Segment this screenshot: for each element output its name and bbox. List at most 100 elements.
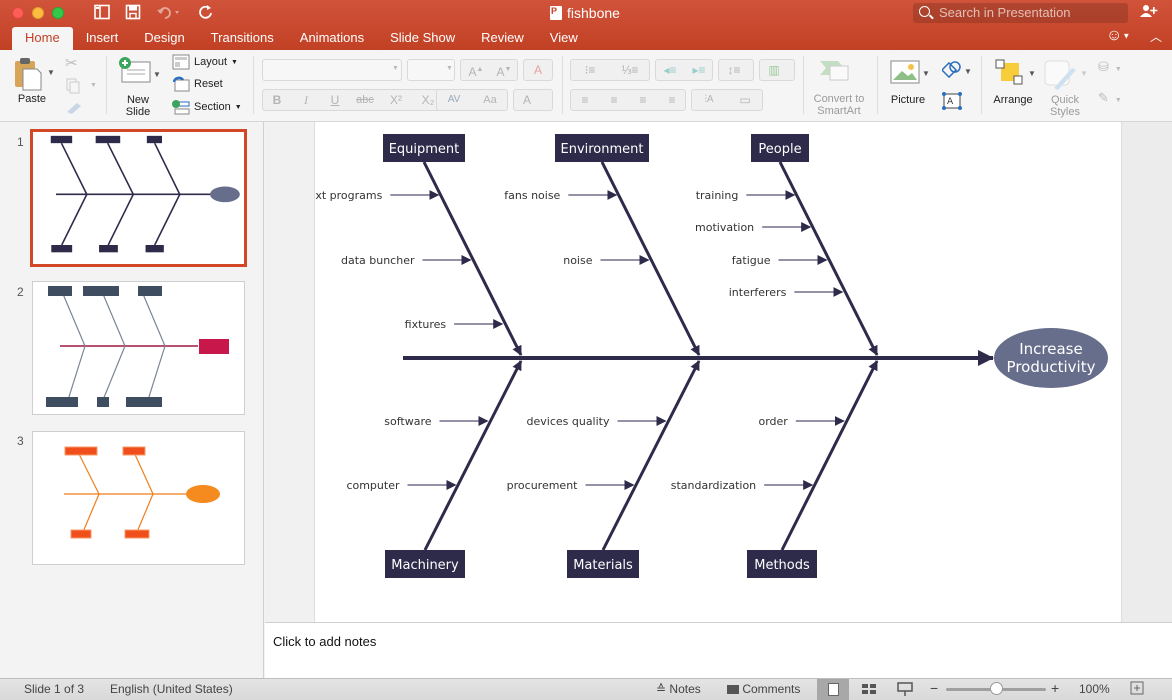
language-indicator[interactable]: English (United States) [110, 682, 233, 696]
quick-styles-icon[interactable] [1044, 60, 1084, 95]
tab-insert[interactable]: Insert [73, 27, 132, 50]
text-box-icon[interactable]: A [942, 92, 962, 115]
slideshow-view-button[interactable] [889, 679, 921, 700]
zoom-slider-handle[interactable] [990, 682, 1003, 695]
arrange-dropdown-icon[interactable]: ▼ [1028, 69, 1036, 78]
copy-dropdown-icon[interactable]: ▼ [90, 82, 97, 89]
increase-indent-icon[interactable]: ▸≡ [685, 60, 713, 80]
maximize-window-button[interactable] [52, 7, 64, 19]
clear-formatting-icon[interactable]: A [523, 59, 553, 81]
zoom-level[interactable]: 100% [1079, 682, 1110, 696]
shapes-icon[interactable] [940, 60, 964, 83]
bold-button[interactable]: B [263, 90, 291, 110]
columns-icon[interactable]: ▥ [759, 59, 795, 81]
collapse-ribbon-icon[interactable]: ︿ [1150, 28, 1162, 45]
format-painter-icon[interactable] [65, 100, 83, 121]
align-left-icon[interactable]: ≡ [571, 90, 599, 110]
align-right-icon[interactable]: ≡ [629, 90, 657, 110]
new-slide-button[interactable]: New Slide [120, 94, 156, 118]
slide-thumbnail-2[interactable] [32, 281, 245, 415]
minimize-window-button[interactable] [32, 7, 44, 19]
tab-design[interactable]: Design [131, 27, 197, 50]
slide-1[interactable]: IncreaseProductivity Equipment text progra… [304, 122, 1122, 622]
notes-toggle-button[interactable]: ≙ Notes [656, 682, 701, 696]
underline-button[interactable]: U [321, 90, 349, 110]
paste-dropdown-icon[interactable]: ▼ [47, 68, 55, 77]
line-spacing-icon[interactable]: ↕≡ [718, 59, 754, 81]
layout-button[interactable]: Layout ▼ [172, 54, 238, 70]
thumbnail-number: 3 [17, 434, 24, 448]
picture-dropdown-icon[interactable]: ▼ [922, 69, 930, 78]
bullets-icon[interactable]: ⁝≡ [571, 60, 609, 80]
cut-icon[interactable]: ✂ [65, 54, 78, 72]
picture-icon[interactable] [890, 60, 920, 89]
category-label: Methods [754, 558, 810, 573]
slide-thumbnail-pane: 1 2 3 [0, 122, 264, 678]
ribbon-separator [981, 56, 982, 114]
slide-thumbnail-3[interactable] [32, 431, 245, 565]
copy-icon[interactable] [66, 78, 80, 99]
arrange-icon[interactable] [995, 59, 1025, 92]
font-name-select[interactable] [262, 59, 402, 81]
zoom-out-button[interactable]: − [930, 680, 938, 696]
font-color-icon[interactable]: A [513, 89, 553, 111]
decrease-indent-icon[interactable]: ◂≡ [656, 60, 684, 80]
shape-fill-icon[interactable]: ⛁ ▼ [1098, 59, 1122, 75]
share-add-person-icon[interactable] [1140, 4, 1158, 22]
shape-outline-icon[interactable]: ✎ ▼ [1098, 90, 1122, 106]
strikethrough-button[interactable]: abc [350, 90, 380, 110]
search-presentation-input[interactable]: Search in Presentation [913, 3, 1128, 23]
picture-button[interactable]: Picture [886, 94, 930, 106]
character-spacing-icon[interactable]: AV [437, 90, 471, 110]
align-text-icon[interactable]: ▭ [728, 90, 762, 110]
search-icon [919, 6, 930, 17]
tab-slide-show[interactable]: Slide Show [377, 27, 468, 50]
text-direction-icon[interactable]: ⫶A [692, 90, 726, 110]
italic-button[interactable]: I [292, 90, 320, 110]
decrease-font-size-icon[interactable]: A▼ [491, 60, 517, 82]
change-case-icon[interactable]: Aa [473, 90, 507, 110]
thumbnail-2-fishbone-preview [46, 286, 229, 407]
paste-icon[interactable] [14, 57, 44, 96]
section-button[interactable]: Section ▼ [172, 99, 242, 115]
tab-review[interactable]: Review [468, 27, 537, 50]
fit-to-window-button[interactable] [1130, 681, 1144, 698]
new-slide-icon[interactable] [118, 56, 152, 89]
reset-button[interactable]: Reset [172, 76, 223, 92]
justify-icon[interactable]: ≡ [658, 90, 686, 110]
increase-font-size-icon[interactable]: A▲ [463, 60, 489, 82]
paste-button[interactable]: Paste [14, 93, 50, 105]
tab-transitions[interactable]: Transitions [198, 27, 287, 50]
comments-button[interactable]: Comments [727, 682, 800, 696]
effect-label-line1: Increase [1019, 340, 1082, 358]
new-slide-dropdown-icon[interactable]: ▼ [153, 70, 161, 79]
slide-sorter-button[interactable] [853, 679, 885, 700]
superscript-button[interactable]: X² [381, 90, 411, 110]
cause-label: interferers [729, 286, 787, 299]
convert-smartart-icon[interactable] [818, 58, 858, 89]
reset-label: Reset [194, 78, 223, 90]
save-icon[interactable] [125, 4, 141, 20]
quick-styles-dropdown-icon[interactable]: ▼ [1080, 69, 1088, 78]
convert-to-smartart-button[interactable]: Convert to SmartArt [810, 93, 868, 117]
feedback-smiley-icon[interactable]: ☺▼ [1106, 27, 1130, 45]
sidebar-toggle-icon[interactable] [94, 4, 110, 20]
notes-pane[interactable]: Click to add notes [265, 622, 1172, 678]
numbering-icon[interactable]: ⅓≡ [611, 60, 649, 80]
cause-label: standardization [671, 479, 756, 492]
slide-thumbnail-1[interactable] [30, 129, 247, 267]
undo-icon[interactable] [156, 4, 182, 20]
tab-animations[interactable]: Animations [287, 27, 377, 50]
zoom-in-button[interactable]: + [1051, 680, 1059, 696]
comments-label: Comments [742, 682, 801, 696]
close-window-button[interactable] [12, 7, 24, 19]
align-center-icon[interactable]: ≡ [600, 90, 628, 110]
tab-view[interactable]: View [537, 27, 591, 50]
redo-icon[interactable] [198, 4, 214, 20]
cause-label: training [696, 189, 739, 202]
tab-home[interactable]: Home [12, 27, 73, 50]
arrange-button[interactable]: Arrange [990, 94, 1036, 106]
quick-styles-button[interactable]: Quick Styles [1042, 94, 1088, 118]
shapes-dropdown-icon[interactable]: ▼ [964, 67, 972, 76]
normal-view-button[interactable] [817, 679, 849, 700]
